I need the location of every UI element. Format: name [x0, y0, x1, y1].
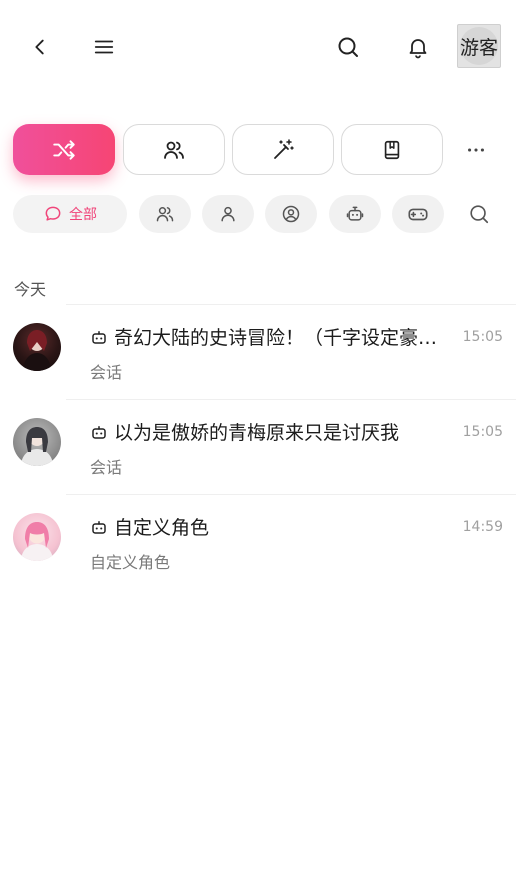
avatar-image	[21, 427, 53, 466]
character-avatar	[13, 418, 61, 466]
guest-label: 游客	[459, 36, 498, 59]
menu-icon	[94, 40, 114, 54]
search-icon	[338, 37, 358, 57]
chat-title-text: 自定义角色	[114, 517, 210, 539]
book-icon	[384, 140, 400, 159]
chat-subtitle: 自定义角色	[90, 553, 171, 572]
chat-title: 自定义角色	[90, 513, 456, 540]
filter-bot[interactable]	[329, 195, 381, 233]
mode-shuffle-button[interactable]	[13, 124, 115, 175]
user-icon	[221, 206, 235, 222]
filter-single[interactable]	[202, 195, 254, 233]
more-modes-button[interactable]	[456, 130, 496, 170]
chat-title: 以为是傲娇的青梅原来只是讨厌我	[90, 418, 456, 445]
chat-subtitle: 会话	[90, 363, 123, 382]
character-avatar	[13, 513, 61, 561]
chat-title-text: 以为是傲娇的青梅原来只是讨厌我	[114, 422, 400, 444]
magic-wand-icon	[274, 138, 294, 159]
robot-icon	[92, 330, 106, 344]
bell-icon	[409, 39, 427, 59]
character-avatar	[13, 323, 61, 371]
shuffle-icon	[53, 139, 75, 160]
more-icon	[468, 148, 484, 152]
chat-row[interactable]: 以为是傲娇的青梅原来只是讨厌我 会话 15:05	[0, 400, 516, 494]
guest-avatar[interactable]: 游客	[457, 24, 501, 68]
chat-title-text: 奇幻大陆的史诗冒险！（千字设定豪…	[114, 327, 438, 349]
avatar-image	[23, 330, 51, 371]
chat-time: 15:05	[462, 424, 503, 440]
filter-profile[interactable]	[265, 195, 317, 233]
chat-subtitle: 会话	[90, 458, 123, 477]
user-circle-icon	[282, 205, 300, 223]
chat-row[interactable]: 奇幻大陆的史诗冒险！（千字设定豪… 会话 15:05	[0, 305, 516, 399]
robot-icon	[346, 206, 364, 221]
mode-story-button[interactable]	[341, 124, 443, 175]
chat-title: 奇幻大陆的史诗冒险！（千字设定豪…	[90, 323, 456, 350]
chat-row[interactable]: 自定义角色 自定义角色 14:59	[0, 495, 516, 589]
menu-button[interactable]	[84, 27, 124, 67]
chat-time: 14:59	[462, 519, 503, 535]
robot-icon	[92, 520, 106, 534]
chat-bubble-icon	[45, 206, 61, 221]
users-icon	[156, 207, 174, 222]
back-icon	[35, 39, 44, 55]
mode-group-button[interactable]	[123, 124, 225, 175]
search-icon	[470, 205, 489, 224]
gamepad-icon	[408, 208, 428, 221]
filter-search-button[interactable]	[459, 194, 499, 234]
notification-button[interactable]	[398, 27, 438, 67]
chat-time: 15:05	[462, 329, 503, 345]
mode-create-button[interactable]	[232, 124, 334, 175]
users-icon	[164, 141, 184, 159]
avatar-image	[21, 522, 53, 561]
filter-group[interactable]	[139, 195, 191, 233]
filter-all[interactable]: 全部	[13, 195, 127, 233]
search-button[interactable]	[328, 27, 368, 67]
section-today-label: 今天	[14, 280, 47, 299]
robot-icon	[92, 425, 106, 439]
back-button[interactable]	[20, 27, 60, 67]
filter-game[interactable]	[392, 195, 444, 233]
filter-all-label: 全部	[69, 207, 97, 223]
